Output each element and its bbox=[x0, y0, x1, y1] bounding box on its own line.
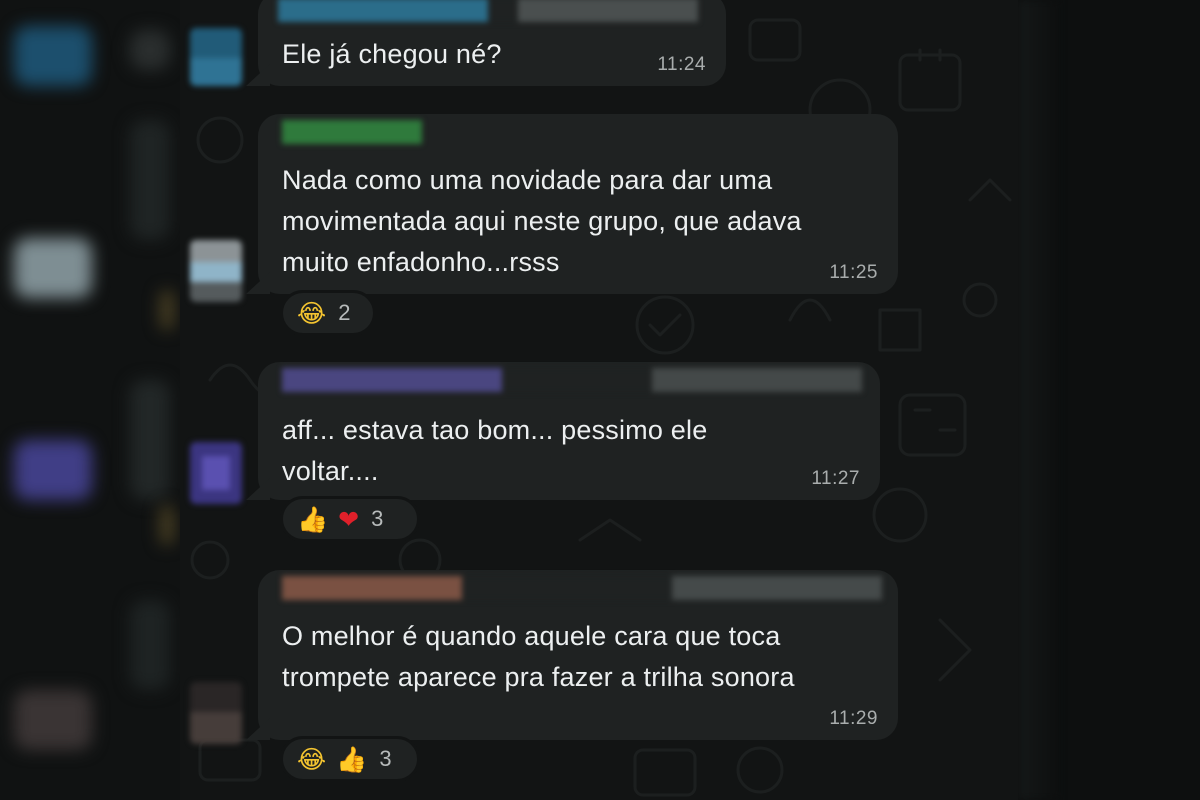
chat-conversation[interactable]: Ele já chegou né? 11:24 Nada como uma no… bbox=[180, 0, 1018, 800]
laugh-emoji-icon: 😂 bbox=[297, 298, 327, 328]
sender-name-redacted bbox=[282, 120, 422, 144]
reaction-count: 2 bbox=[338, 300, 351, 325]
message-bubble[interactable]: aff... estava tao bom... pessimo ele vol… bbox=[246, 362, 880, 500]
message-text: O melhor é quando aquele cara que toca t… bbox=[282, 621, 795, 692]
avatar[interactable] bbox=[190, 442, 242, 504]
avatar[interactable] bbox=[190, 682, 242, 744]
reactions-bar[interactable]: 👍 ❤ 3 bbox=[280, 496, 420, 542]
message-bubble[interactable]: Nada como uma novidade para dar uma movi… bbox=[246, 114, 898, 294]
sender-name-redacted bbox=[282, 576, 882, 600]
message-text: Ele já chegou né? bbox=[282, 39, 502, 69]
message-time: 11:25 bbox=[829, 262, 878, 283]
thumbs-up-emoji-icon: 👍 bbox=[336, 744, 368, 774]
sender-name-redacted bbox=[278, 0, 698, 22]
message-bubble[interactable]: O melhor é quando aquele cara que toca t… bbox=[246, 570, 898, 740]
message-time: 11:27 bbox=[811, 468, 860, 489]
heart-emoji-icon: ❤ bbox=[338, 504, 360, 534]
reactions-bar[interactable]: 😂 2 bbox=[280, 290, 376, 336]
message-time: 11:24 bbox=[657, 54, 706, 75]
avatar[interactable] bbox=[190, 240, 242, 302]
blurred-right-edge bbox=[1018, 0, 1200, 800]
avatar[interactable] bbox=[190, 28, 242, 86]
blurred-chat-list bbox=[0, 0, 180, 800]
sender-name-redacted bbox=[282, 368, 872, 392]
reaction-count: 3 bbox=[371, 506, 384, 531]
message-time: 11:29 bbox=[829, 708, 878, 729]
message-text: Nada como uma novidade para dar uma movi… bbox=[282, 165, 802, 277]
message-text: aff... estava tao bom... pessimo ele vol… bbox=[282, 415, 708, 486]
reactions-bar[interactable]: 😂 👍 3 bbox=[280, 736, 420, 782]
laugh-emoji-icon: 😂 bbox=[297, 744, 327, 774]
message-bubble[interactable]: Ele já chegou né? 11:24 bbox=[246, 0, 726, 86]
thumbs-up-emoji-icon: 👍 bbox=[297, 504, 329, 534]
reaction-count: 3 bbox=[379, 746, 392, 771]
